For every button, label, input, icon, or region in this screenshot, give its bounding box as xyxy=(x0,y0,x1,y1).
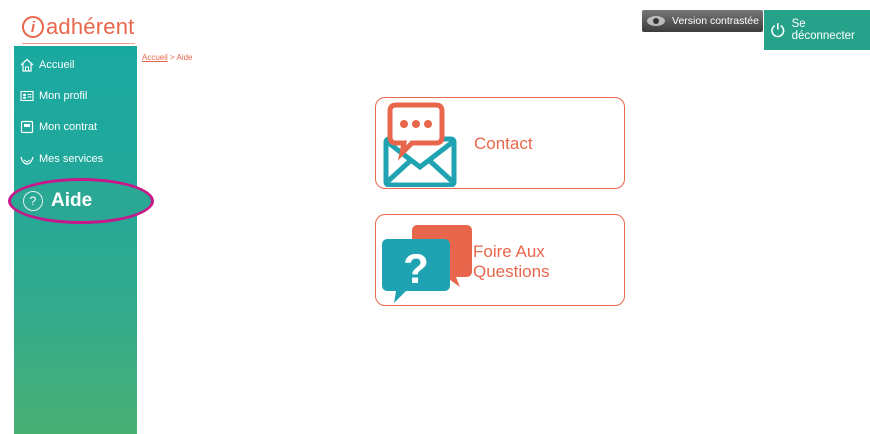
logout-button[interactable]: Se déconnecter xyxy=(764,10,870,50)
sidebar-item-label: Mon contrat xyxy=(39,121,98,133)
logo-i-icon: i xyxy=(22,16,44,38)
sidebar-item-profil[interactable]: Mon profil xyxy=(20,85,87,107)
sidebar-item-label: Aide xyxy=(51,190,93,211)
logo[interactable]: i adhérent xyxy=(22,12,134,42)
help-icon: ? xyxy=(23,191,43,211)
contrast-toggle-button[interactable]: Version contrastée xyxy=(642,10,763,32)
sidebar-item-aide[interactable]: ? Aide xyxy=(8,178,154,224)
svg-text:?: ? xyxy=(403,245,429,292)
question-bubbles-icon: ? xyxy=(382,225,472,303)
power-icon xyxy=(771,23,785,38)
sidebar-item-services[interactable]: Mes services xyxy=(20,148,103,170)
faq-label-line2: Questions xyxy=(473,262,550,281)
home-icon xyxy=(20,58,34,72)
contrast-label: Version contrastée xyxy=(672,15,759,27)
faq-card[interactable]: ? Foire Aux Questions xyxy=(375,214,625,306)
hands-icon xyxy=(20,156,34,165)
sidebar: Accueil Mon profil Mon contrat Mes servi… xyxy=(14,46,137,434)
chat-envelope-icon xyxy=(383,102,457,187)
sidebar-item-accueil[interactable]: Accueil xyxy=(20,54,74,76)
logo-divider xyxy=(22,43,135,44)
logout-label: Se déconnecter xyxy=(791,18,855,42)
faq-label-line1: Foire Aux xyxy=(473,242,545,261)
contact-label: Contact xyxy=(474,134,533,153)
logo-text: adhérent xyxy=(46,14,135,39)
breadcrumb-current: Aide xyxy=(176,53,193,62)
breadcrumb: Accueil > Aide xyxy=(142,53,193,62)
sidebar-item-label: Mon profil xyxy=(39,90,88,102)
sidebar-item-label: Mes services xyxy=(39,153,104,165)
sidebar-item-label: Accueil xyxy=(39,59,75,71)
id-card-icon xyxy=(20,90,34,102)
breadcrumb-home-link[interactable]: Accueil xyxy=(142,53,168,62)
faq-label: Foire Aux Questions xyxy=(473,242,550,282)
eye-icon xyxy=(647,16,666,26)
top-bar: i adhérent Version contrastée Se déconne… xyxy=(0,0,870,50)
document-icon xyxy=(20,120,34,134)
contact-card[interactable]: Contact xyxy=(375,97,625,189)
sidebar-item-contrat[interactable]: Mon contrat xyxy=(20,116,97,138)
